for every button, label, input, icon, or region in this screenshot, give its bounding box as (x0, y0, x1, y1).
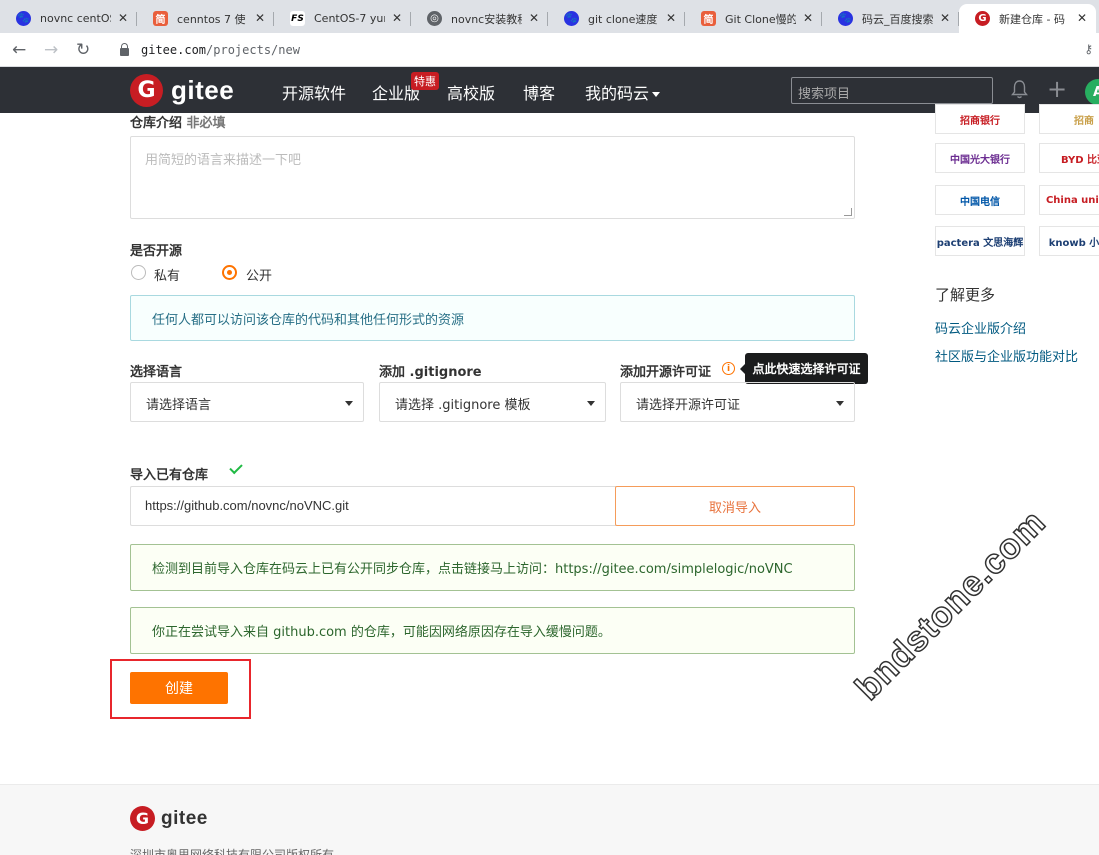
learn-more-heading: 了解更多 (935, 286, 996, 304)
footer-copyright: 深圳市奥思网络科技有限公司版权所有 (130, 848, 335, 855)
gitee-icon: G (975, 11, 990, 26)
nav-my-gitee[interactable]: 我的码云 (585, 80, 661, 104)
open-source-label: 是否开源 (130, 244, 183, 259)
browser-tab-strip: 🐾 novnc centOS ✕ 简 cenntos 7 使 ✕ FS CentOS-7 … (0, 0, 1099, 33)
bell-icon[interactable] (1011, 79, 1028, 99)
baidu-paw-icon: 🐾 (564, 11, 579, 26)
check-icon (229, 460, 243, 475)
caret-down-icon (652, 92, 661, 97)
jianshu-icon: 简 (701, 11, 716, 26)
fs-site-icon: FS (290, 11, 305, 26)
info-icon[interactable]: i (722, 362, 735, 375)
partner-logo: China unicom (1039, 185, 1099, 215)
plus-icon[interactable]: + (1047, 75, 1067, 103)
hot-badge: 特惠 (411, 72, 439, 90)
close-icon[interactable]: ✕ (255, 11, 265, 25)
language-select[interactable]: 请选择语言 (130, 382, 364, 422)
gitee-logo[interactable]: G gitee (130, 74, 234, 107)
url-omnibox[interactable]: gitee.com/projects/new (106, 38, 1076, 62)
partner-logo: pactera 文思海辉 (935, 226, 1025, 256)
intro-textarea[interactable]: 用简短的语言来描述一下吧 (130, 136, 855, 219)
compare-link[interactable]: 社区版与企业版功能对比 (935, 346, 1078, 365)
baidu-paw-icon: 🐾 (16, 11, 31, 26)
slow-import-notice: 你正在尝试导入来自 github.com 的仓库，可能因网络原因存在导入缓慢问题… (130, 607, 855, 654)
radio-private-label[interactable]: 私有 (154, 265, 180, 284)
cancel-import-button[interactable]: 取消导入 (615, 486, 855, 526)
address-bar: ← → ↻ gitee.com/projects/new ⚷ (0, 33, 1099, 67)
baidu-paw-icon: 🐾 (838, 11, 853, 26)
close-icon[interactable]: ✕ (118, 11, 128, 25)
forward-arrow-icon[interactable]: → (44, 40, 58, 60)
browser-tab[interactable]: ◎ novnc安装教程 ✕ (411, 4, 548, 33)
back-arrow-icon[interactable]: ← (12, 40, 26, 60)
close-icon[interactable]: ✕ (529, 11, 539, 25)
browser-tab[interactable]: FSCentOS-7 yum✕ (274, 4, 411, 33)
close-icon[interactable]: ✕ (392, 11, 402, 25)
nav-open-source[interactable]: 开源软件 (282, 80, 346, 104)
gitee-logo-icon: G (130, 74, 163, 107)
globe-icon: ◎ (427, 11, 442, 26)
caret-down-icon (836, 401, 844, 406)
close-icon[interactable]: ✕ (666, 11, 676, 25)
close-icon[interactable]: ✕ (1077, 11, 1087, 25)
gitignore-select[interactable]: 请选择 .gitignore 模板 (379, 382, 606, 422)
caret-down-icon (587, 401, 595, 406)
key-icon[interactable]: ⚷ (1084, 42, 1093, 56)
license-tooltip: 点此快速选择许可证 (740, 353, 868, 384)
radio-public[interactable] (222, 265, 237, 280)
partner-logo: 中国光大银行 (935, 143, 1025, 173)
nav-university[interactable]: 高校版 (447, 80, 495, 104)
watermark: bndstone.com (847, 502, 1054, 709)
radio-public-label[interactable]: 公开 (246, 265, 272, 284)
lock-icon (120, 42, 129, 56)
close-icon[interactable]: ✕ (940, 11, 950, 25)
partner-logo: 招商 (1039, 104, 1099, 134)
browser-tab[interactable]: 简 Git Clone慢的 ✕ (685, 4, 822, 33)
reload-icon[interactable]: ↻ (76, 40, 90, 60)
close-icon[interactable]: ✕ (803, 11, 813, 25)
enterprise-intro-link[interactable]: 码云企业版介绍 (935, 318, 1026, 337)
import-label: 导入已有仓库 (130, 468, 209, 483)
create-button[interactable]: 创建 (130, 672, 228, 704)
browser-tab[interactable]: 🐾 novnc centOS ✕ (0, 4, 137, 33)
resize-handle-icon[interactable] (844, 208, 852, 216)
gitignore-label: 添加 .gitignore (379, 365, 482, 380)
radio-private[interactable] (131, 265, 146, 280)
public-info-message: 任何人都可以访问该仓库的代码和其他任何形式的资源 (130, 295, 855, 341)
import-url-input[interactable]: https://github.com/novnc/noVNC.git (130, 486, 616, 526)
partner-logo: 招商银行 (935, 104, 1025, 134)
language-label: 选择语言 (130, 365, 183, 380)
search-input[interactable]: 搜索项目 (791, 77, 993, 104)
footer-logo[interactable]: G gitee (130, 806, 208, 831)
license-select[interactable]: 请选择开源许可证 (620, 382, 855, 422)
license-label: 添加开源许可证 (620, 365, 712, 380)
partner-logo: BYD 比亚 (1039, 143, 1099, 173)
browser-tab[interactable]: 简 cenntos 7 使 ✕ (137, 4, 274, 33)
jianshu-icon: 简 (153, 11, 168, 26)
browser-tab-active[interactable]: G 新建仓库 - 码 ✕ (959, 4, 1096, 33)
nav-blog[interactable]: 博客 (523, 80, 555, 104)
gitee-logo-icon: G (130, 806, 155, 831)
browser-tab[interactable]: 🐾 码云_百度搜索 ✕ (822, 4, 959, 33)
partner-logo: knowb 小盒科 (1039, 226, 1099, 256)
browser-tab[interactable]: 🐾 git clone速度 ✕ (548, 4, 685, 33)
sync-repo-notice[interactable]: 检测到目前导入仓库在码云上已有公开同步仓库，点击链接马上访问：https://g… (130, 544, 855, 591)
url-text: gitee.com/projects/new (141, 43, 300, 57)
intro-label: 仓库介绍 非必填 (130, 116, 226, 131)
partner-logo: 中国电信 (935, 185, 1025, 215)
caret-down-icon (345, 401, 353, 406)
